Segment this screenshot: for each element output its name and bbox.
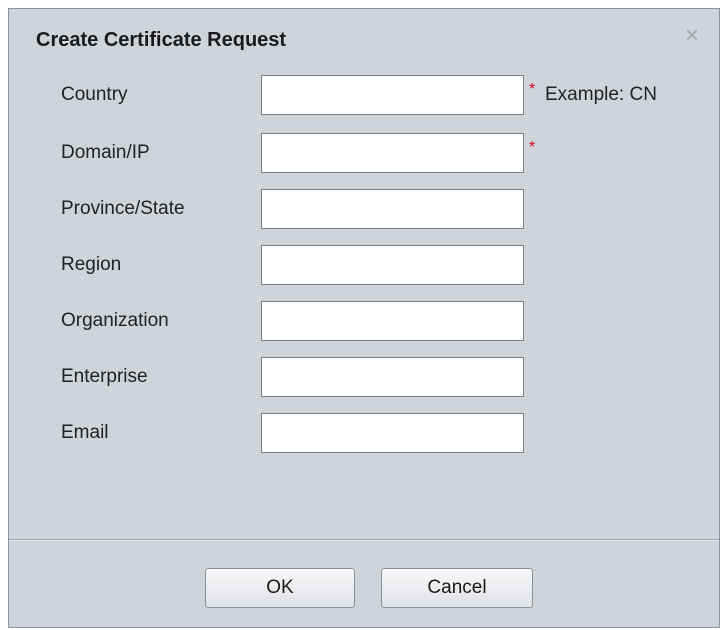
- domain-ip-required-marker: *: [529, 139, 536, 156]
- organization-label: Organization: [61, 310, 169, 331]
- close-icon[interactable]: ×: [679, 23, 705, 49]
- enterprise-label: Enterprise: [61, 366, 148, 387]
- country-required-marker: *: [529, 81, 536, 98]
- province-state-row: Province/State: [9, 189, 719, 229]
- domain-ip-row: Domain/IP *: [9, 133, 719, 173]
- region-input[interactable]: [261, 245, 524, 285]
- enterprise-row: Enterprise: [9, 357, 719, 397]
- country-input[interactable]: [261, 75, 524, 115]
- email-row: Email: [9, 413, 719, 453]
- domain-ip-input[interactable]: [261, 133, 524, 173]
- email-label: Email: [61, 422, 109, 443]
- ok-button[interactable]: OK: [205, 568, 355, 608]
- email-input[interactable]: [261, 413, 524, 453]
- region-row: Region: [9, 245, 719, 285]
- dialog-title: Create Certificate Request: [36, 29, 287, 51]
- domain-ip-label: Domain/IP: [61, 142, 150, 163]
- organization-row: Organization: [9, 301, 719, 341]
- create-certificate-dialog: Create Certificate Request × Country * E…: [8, 8, 720, 628]
- cancel-button[interactable]: Cancel: [381, 568, 533, 608]
- province-state-label: Province/State: [61, 198, 185, 219]
- region-label: Region: [61, 254, 122, 275]
- organization-input[interactable]: [261, 301, 524, 341]
- country-row: Country * Example: CN: [9, 75, 719, 115]
- province-state-input[interactable]: [261, 189, 524, 229]
- footer-divider: [9, 539, 719, 541]
- enterprise-input[interactable]: [261, 357, 524, 397]
- country-example-hint: Example: CN: [545, 84, 657, 105]
- country-label: Country: [61, 84, 128, 105]
